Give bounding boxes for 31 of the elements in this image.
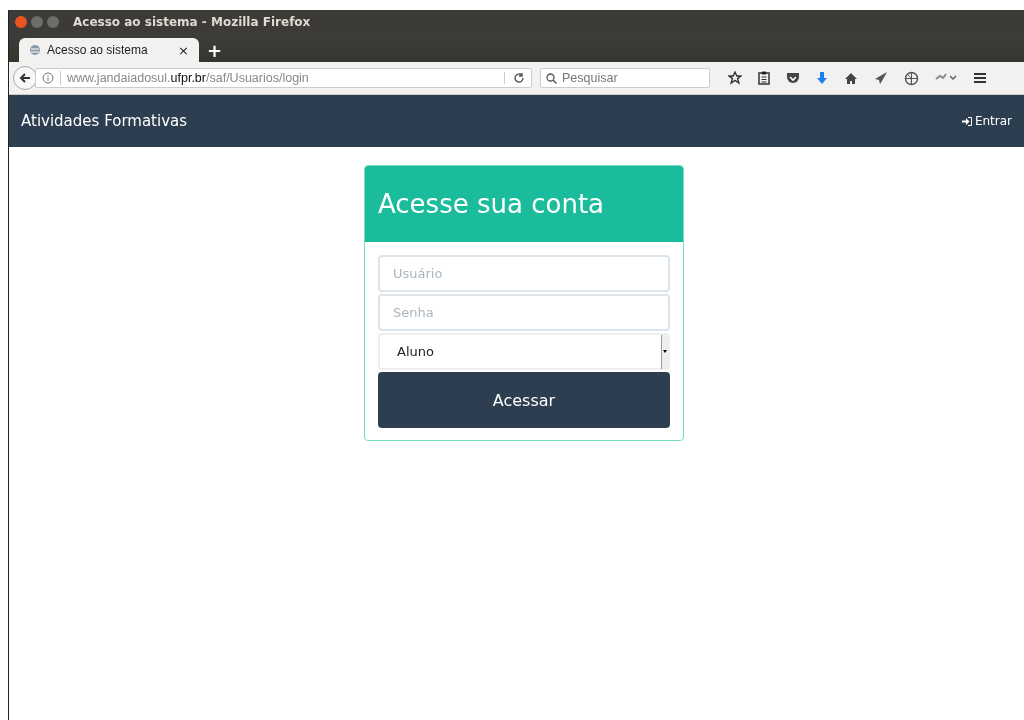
back-button[interactable] [13,66,37,90]
sign-in-icon [961,116,972,126]
browser-tab[interactable]: Acesso ao sistema × [19,38,199,62]
search-field[interactable]: Pesquisar [540,68,710,88]
brand-link[interactable]: Atividades Formativas [21,112,188,130]
menu-icon[interactable] [973,72,987,84]
close-button[interactable] [15,16,27,28]
download-icon[interactable] [816,71,828,85]
caret-icon [663,350,667,353]
password-field[interactable]: Senha [378,294,670,331]
login-link[interactable]: Entrar [961,114,1012,128]
new-tab-button[interactable]: + [207,39,223,61]
role-select[interactable]: Aluno [378,333,670,370]
star-icon[interactable] [728,71,742,85]
close-tab-button[interactable]: × [178,42,189,58]
url-text: www.jandaiadosul.ufpr.br/saf/Usuarios/login [60,71,498,85]
card-title: Acesse sua conta [378,189,604,219]
globe-icon[interactable] [904,70,919,86]
page-icon [29,44,41,56]
info-icon [42,72,54,84]
pocket-icon[interactable] [786,72,800,84]
username-field[interactable]: Usuário [378,255,670,292]
back-arrow-icon [19,72,31,84]
paper-plane-icon[interactable] [874,71,888,85]
clipboard-icon[interactable] [758,71,770,85]
address-bar[interactable]: www.jandaiadosul.ufpr.br/saf/Usuarios/login [35,68,532,88]
home-icon[interactable] [844,71,858,85]
tab-title: Acesso ao sistema [47,43,149,57]
submit-button[interactable]: Acessar [378,372,670,428]
reload-icon[interactable] [504,72,525,84]
window-title: Acesso ao sistema - Mozilla Firefox [73,15,311,29]
